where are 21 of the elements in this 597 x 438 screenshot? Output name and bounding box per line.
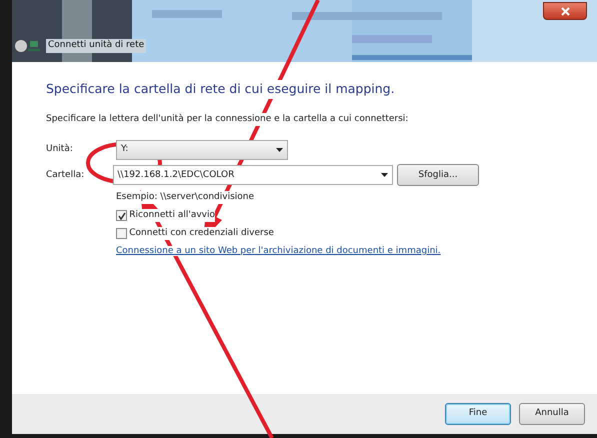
- checkbox-label: Connetti con credenziali diverse: [129, 226, 274, 240]
- dialog-heading: Specificare la cartella di rete di cui eseguire il mapping.: [46, 80, 395, 99]
- close-button[interactable]: [543, 2, 587, 20]
- browse-button[interactable]: Sfoglia...: [397, 164, 479, 186]
- folder-label: Cartella:: [46, 170, 84, 180]
- caret-icon: [276, 148, 283, 152]
- window-title: Connetti unità di rete: [46, 39, 146, 53]
- close-icon: [560, 6, 570, 16]
- link[interactable]: Connessione a un sito Web per l'archiviazione di documenti e immagini.: [116, 246, 441, 256]
- folder-combobox[interactable]: \\192.168.1.2\EDC\COLOR: [112, 165, 392, 186]
- example-text: Esempio: \\server\condivisione: [116, 190, 254, 204]
- checkbox[interactable]: [116, 228, 127, 239]
- checkbox-label: Riconnetti all'avvio: [129, 208, 215, 222]
- checkbox[interactable]: [116, 210, 127, 221]
- caret-icon: [380, 173, 388, 178]
- drive-label: Unità:: [46, 144, 73, 154]
- drive-dropdown[interactable]: Y:: [116, 140, 288, 160]
- finish-button[interactable]: Fine: [445, 403, 511, 425]
- network-drive-icon: [14, 38, 42, 54]
- instruction-text: Specificare la lettera dell'unità per la connessione e la cartella a cui connettersi:: [46, 112, 408, 126]
- cancel-button[interactable]: Annulla: [519, 403, 585, 425]
